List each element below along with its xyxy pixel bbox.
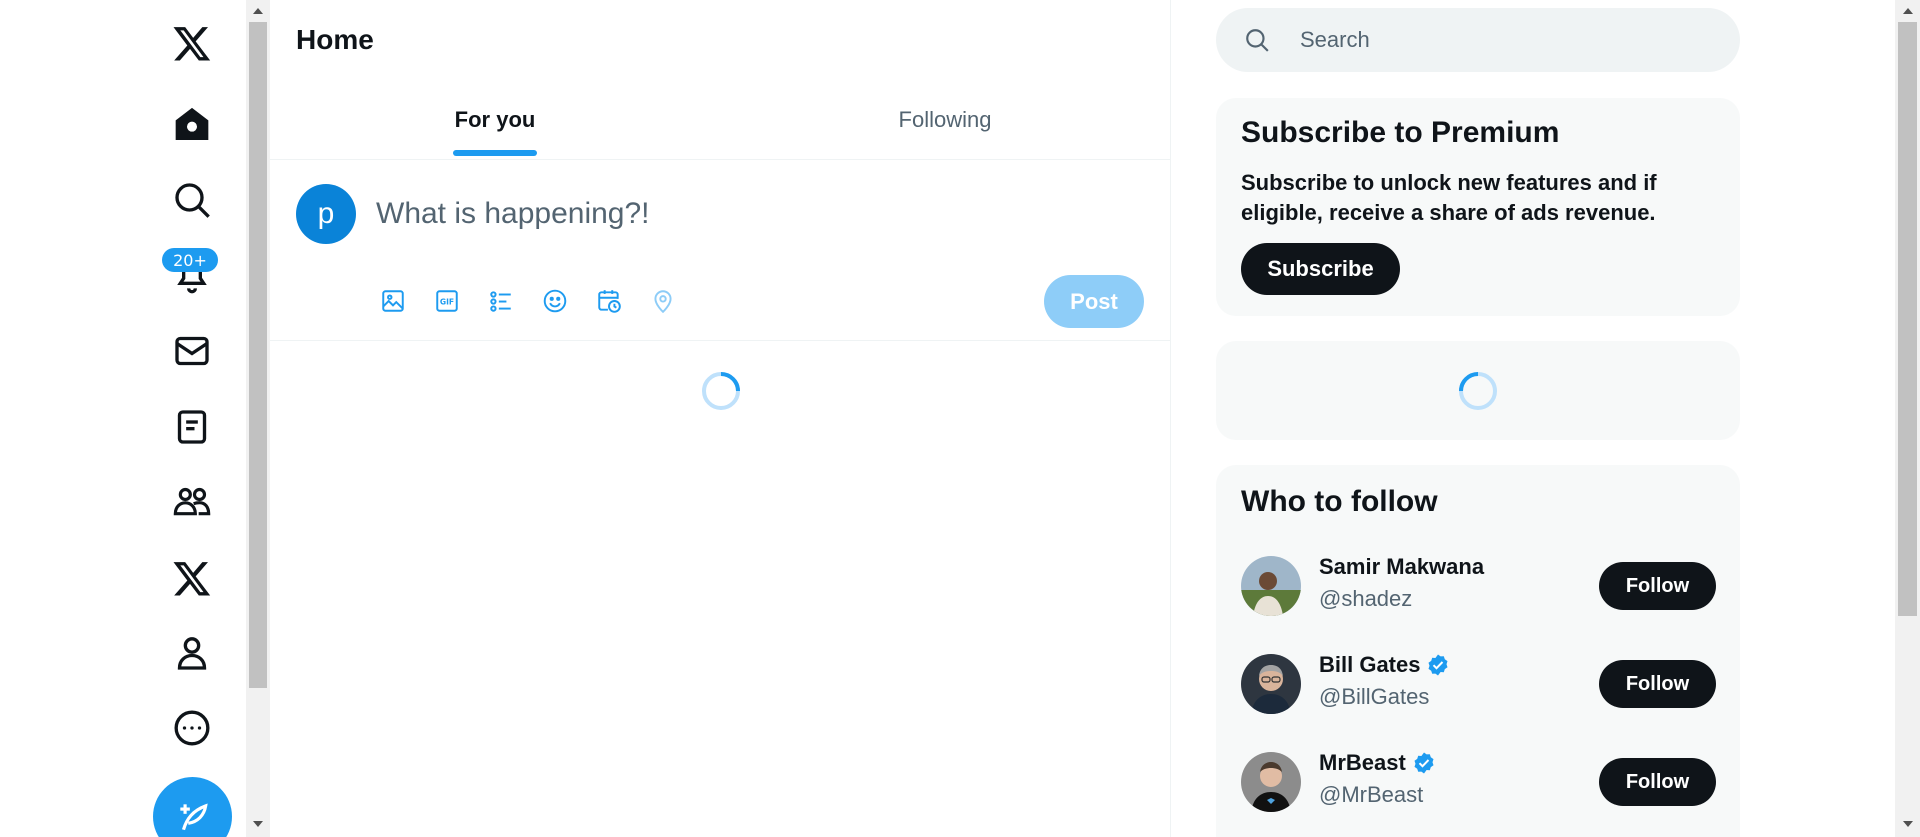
user-name[interactable]: MrBeast: [1319, 750, 1406, 776]
scroll-down-arrow-icon[interactable]: [253, 821, 263, 827]
notification-badge: 20+: [162, 248, 218, 272]
user-handle: @shadez: [1319, 586, 1413, 611]
tab-for-you[interactable]: For you: [270, 80, 720, 159]
search-input[interactable]: [1300, 20, 1720, 60]
x-logo-icon[interactable]: [162, 13, 222, 73]
premium-card: Subscribe to Premium Subscribe to unlock…: [1216, 98, 1740, 316]
user-name[interactable]: Samir Makwana: [1319, 554, 1484, 580]
tab-following[interactable]: Following: [720, 80, 1170, 159]
premium-x-icon[interactable]: [162, 548, 222, 608]
tab-label: Following: [898, 106, 992, 132]
follow-button[interactable]: Follow: [1599, 660, 1716, 708]
composer-toolbar: GIF: [376, 282, 680, 320]
more-icon[interactable]: [162, 698, 222, 758]
tab-label: For you: [454, 106, 536, 132]
avatar[interactable]: p: [296, 184, 356, 244]
post-composer: p GIF Post: [270, 160, 1170, 341]
active-tab-indicator: [453, 150, 537, 156]
scroll-up-arrow-icon[interactable]: [1903, 8, 1913, 14]
search-icon[interactable]: [162, 170, 222, 230]
avatar[interactable]: [1241, 752, 1301, 812]
schedule-icon[interactable]: [592, 282, 626, 320]
scrollbar-thumb[interactable]: [249, 22, 267, 688]
compose-input[interactable]: [376, 192, 1136, 236]
name-row: Samir Makwana: [1319, 554, 1484, 580]
svg-text:GIF: GIF: [440, 298, 454, 307]
user-name[interactable]: Bill Gates: [1319, 652, 1420, 678]
mail-icon[interactable]: [162, 321, 222, 381]
location-icon[interactable]: [646, 282, 680, 320]
who-to-follow-card: Who to follow Samir Makwana @shadez Foll…: [1216, 465, 1740, 837]
post-button[interactable]: Post: [1044, 275, 1144, 328]
scroll-up-arrow-icon[interactable]: [253, 8, 263, 14]
scroll-down-arrow-icon[interactable]: [1903, 821, 1913, 827]
main-timeline: Home For you Following p GIF: [270, 0, 1171, 837]
home-icon[interactable]: [162, 95, 222, 155]
premium-description: Subscribe to unlock new features and if …: [1241, 170, 1657, 225]
user-handle: @MrBeast: [1319, 782, 1424, 807]
gif-icon[interactable]: GIF: [430, 282, 464, 320]
verified-badge-icon: [1428, 654, 1448, 676]
follow-suggestion[interactable]: MrBeast @MrBeast Follow: [1216, 733, 1740, 831]
avatar[interactable]: [1241, 556, 1301, 616]
lists-icon[interactable]: [162, 397, 222, 457]
loading-spinner: [1459, 372, 1497, 410]
media-icon[interactable]: [376, 282, 410, 320]
search-icon: [1246, 29, 1269, 52]
profile-icon[interactable]: [162, 623, 222, 683]
loading-card: [1216, 341, 1740, 440]
name-row: Bill Gates: [1319, 652, 1450, 678]
follow-button[interactable]: Follow: [1599, 562, 1716, 610]
right-sidebar: Subscribe to Premium Subscribe to unlock…: [1216, 0, 1740, 837]
verified-badge-icon: [1414, 752, 1434, 774]
timeline-tabs: For you Following: [270, 80, 1170, 160]
follow-suggestion[interactable]: Samir Makwana @shadez Follow: [1216, 537, 1740, 635]
search-bar[interactable]: [1216, 8, 1740, 72]
emoji-icon[interactable]: [538, 282, 572, 320]
communities-icon[interactable]: [162, 472, 222, 532]
left-navigation: 20+: [0, 0, 246, 837]
poll-icon[interactable]: [484, 282, 518, 320]
premium-title: Subscribe to Premium: [1241, 116, 1560, 149]
left-scrollbar[interactable]: [246, 0, 270, 837]
loading-spinner: [702, 372, 740, 410]
page-title: Home: [296, 24, 374, 55]
user-handle: @BillGates: [1319, 684, 1430, 709]
subscribe-button[interactable]: Subscribe: [1241, 243, 1400, 295]
who-to-follow-title: Who to follow: [1241, 485, 1438, 518]
avatar[interactable]: [1241, 654, 1301, 714]
name-row: MrBeast: [1319, 750, 1436, 776]
scrollbar-thumb[interactable]: [1898, 22, 1917, 616]
page-scrollbar[interactable]: [1895, 0, 1920, 837]
follow-suggestion[interactable]: Bill Gates @BillGates Follow: [1216, 635, 1740, 733]
follow-button[interactable]: Follow: [1599, 758, 1716, 806]
compose-post-button[interactable]: [153, 777, 232, 837]
